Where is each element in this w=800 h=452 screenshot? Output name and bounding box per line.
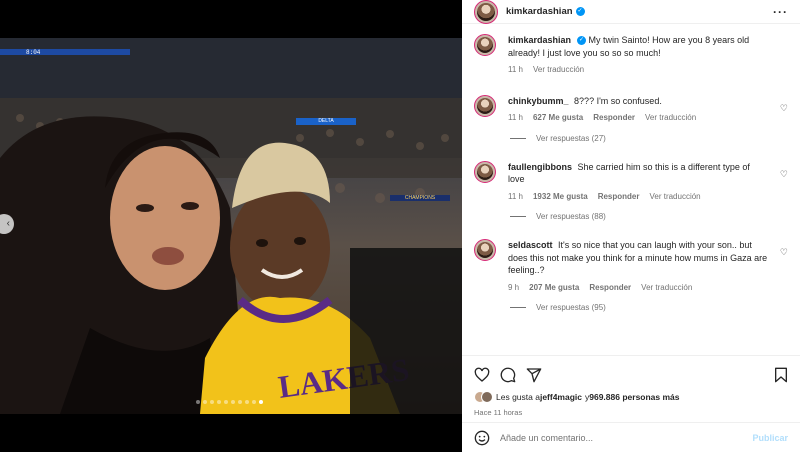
post-username[interactable]: kimkardashian bbox=[506, 6, 573, 17]
view-replies-button[interactable]: Ver respuestas (88) bbox=[510, 212, 788, 221]
view-replies-button[interactable]: Ver respuestas (95) bbox=[510, 303, 788, 312]
caption-time[interactable]: 11 h bbox=[508, 64, 523, 77]
photo-scene: LAKERS bbox=[0, 38, 462, 414]
carousel-dot bbox=[238, 400, 242, 404]
post-media: LAKERS 8:04 DELTA CHAMPIONS ‹ bbox=[0, 0, 462, 452]
post-modal: LAKERS 8:04 DELTA CHAMPIONS ‹ kimkardash… bbox=[0, 0, 800, 452]
comment-item: faullengibbons She carried him so this i… bbox=[474, 160, 788, 204]
caption-body: kimkardashian ✓ My twin Sainto! How are y… bbox=[508, 34, 788, 77]
comments-list[interactable]: kimkardashian ✓ My twin Sainto! How are y… bbox=[462, 24, 800, 348]
carousel-dot bbox=[196, 400, 200, 404]
caption: kimkardashian ✓ My twin Sainto! How are y… bbox=[474, 34, 788, 77]
comment-likes[interactable]: 1932 Me gusta bbox=[533, 191, 588, 204]
comment-meta: 11 h 627 Me gusta Responder Ver traducci… bbox=[508, 112, 768, 125]
comment-body: faullengibbons She carried him so this i… bbox=[508, 161, 788, 204]
post-header: kimkardashian ✓ ··· bbox=[462, 0, 800, 24]
comment-icon[interactable] bbox=[500, 367, 516, 383]
comment-time[interactable]: 9 h bbox=[508, 282, 519, 295]
translate-link[interactable]: Ver traducción bbox=[533, 64, 584, 77]
carousel-dots bbox=[196, 400, 263, 404]
comment-username[interactable]: chinkybumm_ bbox=[508, 96, 569, 106]
comment-meta: 11 h 1932 Me gusta Responder Ver traducc… bbox=[508, 191, 768, 204]
verified-badge-icon: ✓ bbox=[577, 36, 587, 46]
post-panel: kimkardashian ✓ ··· kimkardashian ✓ My tw… bbox=[462, 0, 800, 452]
avatar bbox=[481, 391, 493, 403]
verified-badge-icon: ✓ bbox=[575, 7, 585, 16]
translate-link[interactable]: Ver traducción bbox=[641, 282, 692, 295]
publish-button[interactable]: Publicar bbox=[752, 433, 788, 443]
carousel-dot bbox=[210, 400, 214, 404]
likes-others[interactable]: 969.886 personas más bbox=[589, 392, 679, 402]
carousel-dot bbox=[252, 400, 256, 404]
caption-meta: 11 h Ver traducción bbox=[508, 64, 768, 77]
heart-icon[interactable]: ♡ bbox=[780, 103, 788, 114]
comment-body: seldascott It's so nice that you can lau… bbox=[508, 239, 788, 294]
comment-likes[interactable]: 207 Me gusta bbox=[529, 282, 579, 295]
comment-username[interactable]: seldascott bbox=[508, 240, 553, 250]
comment-item: seldascott It's so nice that you can lau… bbox=[474, 239, 788, 294]
comment-text: 8??? I'm so confused. bbox=[574, 95, 662, 106]
avatar[interactable] bbox=[474, 160, 496, 183]
heart-icon[interactable] bbox=[474, 367, 490, 383]
scoreboard-text: 8:04 bbox=[26, 49, 41, 56]
post-actions: Les gusta a jeff4magic y 969.886 persona… bbox=[462, 355, 800, 417]
carousel-dot bbox=[224, 400, 228, 404]
comment-input[interactable] bbox=[500, 432, 753, 443]
carousel-dot bbox=[231, 400, 235, 404]
translate-link[interactable]: Ver traducción bbox=[645, 112, 696, 125]
likes-prefix: Les gusta a bbox=[496, 392, 540, 402]
delta-banner: DELTA bbox=[296, 118, 356, 125]
comment-item: chinkybumm_ 8??? I'm so confused. 11 h 6… bbox=[474, 94, 788, 125]
comment-likes[interactable]: 627 Me gusta bbox=[533, 112, 583, 125]
share-icon[interactable] bbox=[526, 367, 542, 383]
carousel-dot bbox=[203, 400, 207, 404]
avatar[interactable] bbox=[474, 0, 498, 24]
post-photo[interactable]: LAKERS bbox=[0, 38, 462, 414]
comment-meta: 9 h 207 Me gusta Responder Ver traducció… bbox=[508, 282, 768, 295]
bookmark-icon[interactable] bbox=[774, 367, 788, 383]
avatar[interactable] bbox=[474, 239, 496, 261]
comment-username[interactable]: faullengibbons bbox=[508, 162, 572, 172]
view-replies-button[interactable]: Ver respuestas (27) bbox=[510, 134, 788, 143]
carousel-dot bbox=[245, 400, 249, 404]
caption-username[interactable]: kimkardashian bbox=[508, 35, 571, 45]
reply-button[interactable]: Responder bbox=[598, 191, 640, 204]
reply-button[interactable]: Responder bbox=[593, 112, 635, 125]
champions-banner: CHAMPIONS bbox=[390, 195, 450, 201]
likes-user[interactable]: jeff4magic bbox=[540, 392, 582, 402]
comment-time[interactable]: 11 h bbox=[508, 191, 523, 204]
scoreboard bbox=[0, 49, 130, 55]
avatar[interactable] bbox=[474, 34, 496, 56]
likes-summary[interactable]: Les gusta a jeff4magic y 969.886 persona… bbox=[474, 391, 788, 403]
comment-time[interactable]: 11 h bbox=[508, 112, 523, 125]
reply-button[interactable]: Responder bbox=[589, 282, 631, 295]
comment-body: chinkybumm_ 8??? I'm so confused. 11 h 6… bbox=[508, 95, 788, 125]
emoji-icon[interactable] bbox=[474, 430, 490, 446]
heart-icon[interactable]: ♡ bbox=[780, 247, 788, 258]
post-timestamp[interactable]: Hace 11 horas bbox=[474, 408, 788, 417]
add-comment-bar: Publicar bbox=[462, 422, 800, 452]
carousel-dot bbox=[217, 400, 221, 404]
more-options-icon[interactable]: ··· bbox=[773, 5, 788, 19]
avatar[interactable] bbox=[474, 94, 496, 117]
translate-link[interactable]: Ver traducción bbox=[649, 191, 700, 204]
action-icons bbox=[474, 362, 788, 388]
carousel-dot-active bbox=[259, 400, 263, 404]
heart-icon[interactable]: ♡ bbox=[780, 169, 788, 180]
